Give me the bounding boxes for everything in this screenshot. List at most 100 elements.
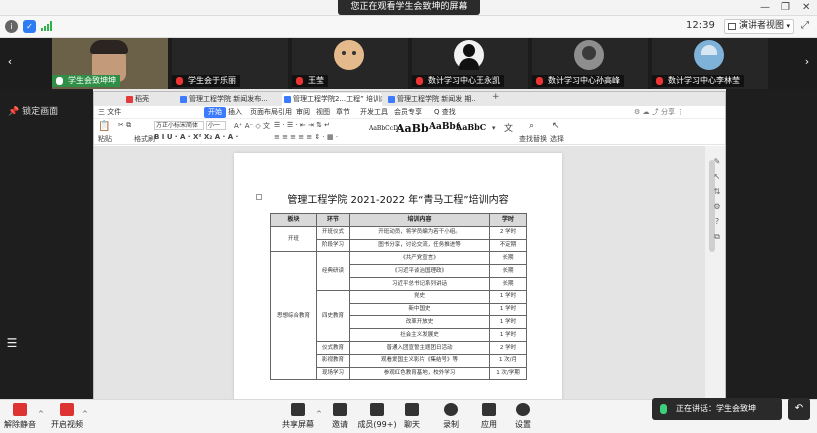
- close-icon[interactable]: ✕: [802, 1, 810, 14]
- paste-button[interactable]: 粘贴: [98, 134, 112, 144]
- cell-hours: 长期: [489, 276, 527, 291]
- format-painter-button[interactable]: 格式刷: [134, 134, 155, 144]
- info-icon[interactable]: i: [5, 20, 18, 33]
- font-grow-icons[interactable]: A⁺ A⁻ ◇ 文: [234, 121, 270, 131]
- fullscreen-icon[interactable]: ⤢: [801, 20, 809, 31]
- lock-view-button[interactable]: 📌 锁定画面: [8, 104, 58, 117]
- document-page[interactable]: 管理工程学院 2021-2022 年“青马工程”培训内容 板块 环节 培训内容 …: [234, 153, 562, 403]
- share-pane-icon[interactable]: ⧉: [712, 232, 722, 242]
- adjust-icon[interactable]: ⇅: [712, 187, 722, 197]
- style-heading-1[interactable]: AaBb: [396, 122, 429, 135]
- cell-hours: 1 学时: [489, 289, 527, 304]
- cell-hours: 1 学时: [489, 315, 527, 330]
- menu-file[interactable]: 三 文件: [98, 107, 121, 118]
- text-tools-icon[interactable]: 文: [504, 121, 513, 134]
- return-icon[interactable]: ↶: [788, 398, 810, 420]
- menu-home[interactable]: 开始: [204, 107, 226, 118]
- new-tab-icon[interactable]: +: [492, 92, 500, 102]
- chat-label: 聊天: [404, 420, 420, 429]
- participant-tile[interactable]: 数计学习中心孙高峰: [532, 38, 648, 89]
- search-icon[interactable]: ⌕: [529, 121, 534, 131]
- pointer-icon[interactable]: ↖: [712, 172, 722, 182]
- strip-next-icon[interactable]: ›: [801, 48, 813, 76]
- participant-tile[interactable]: 数计学习中心李林莹: [652, 38, 768, 89]
- list-indent-icons[interactable]: ☰ · ☰ · ⇤ ⇥ ⇅ ↵: [274, 121, 330, 129]
- signal-icon[interactable]: [41, 21, 53, 31]
- avatar: [334, 40, 364, 70]
- chevron-up-icon[interactable]: ^: [82, 410, 88, 418]
- menu-search[interactable]: Q 查找: [434, 107, 456, 118]
- participant-tile[interactable]: 学生会于乐丽: [172, 38, 288, 89]
- header-content: 培训内容: [349, 213, 490, 227]
- font-name-select[interactable]: 方正小标宋简体: [154, 121, 204, 130]
- tab-training-content[interactable]: 管理工程学院2...工程” 培训内容: [282, 93, 382, 106]
- unmute-button[interactable]: 解除静音: [0, 401, 40, 430]
- tab-news-1[interactable]: 管理工程学院 新闻发布...: [178, 93, 278, 106]
- vertical-scrollbar[interactable]: [705, 146, 725, 399]
- cut-copy-icons[interactable]: ✂ ⧉: [118, 121, 131, 130]
- mic-muted-icon: [296, 77, 303, 85]
- select-button[interactable]: 选择: [550, 134, 564, 144]
- cell-hours: 不定期: [489, 238, 527, 253]
- table-row: 开班 开班仪式 开班动员，将学员编为若干小组。 2 学时: [270, 225, 527, 253]
- settings-button[interactable]: 设置: [503, 401, 543, 430]
- cell-stage: 影视教育: [316, 353, 350, 368]
- cell-content: 普通入团宣誓主题团日活动: [349, 340, 490, 355]
- document-title: 管理工程学院 2021-2022 年“青马工程”培训内容: [287, 195, 509, 206]
- menu-member[interactable]: 会员专享: [394, 107, 422, 118]
- participant-name: 数计学习中心王永凯: [428, 76, 500, 85]
- share-screen-button[interactable]: 共享屏幕: [278, 401, 318, 430]
- settings-pane-icon[interactable]: ⚙: [712, 202, 722, 212]
- menu-review[interactable]: 审阅: [296, 107, 310, 118]
- text-format-buttons[interactable]: B I U · A · X² X₂ A · A ·: [154, 133, 238, 141]
- minimize-icon[interactable]: —: [760, 1, 770, 14]
- participant-tile[interactable]: 数计学习中心王永凯: [412, 38, 528, 89]
- align-icons[interactable]: ≡ ≡ ≡ ≡ ≡ ⇕ · ▦ ·: [274, 133, 338, 141]
- maximize-icon[interactable]: ❐: [781, 1, 790, 14]
- meeting-status-bar: i ✓ 12:39 演讲者视图 ▾ ⤢: [0, 16, 817, 38]
- toolbar-extra-icons[interactable]: ⚙ ☁ ⤴ 分享 ⋮: [634, 107, 684, 118]
- strip-prev-icon[interactable]: ‹: [4, 48, 16, 76]
- record-button[interactable]: 录制: [431, 401, 471, 430]
- menu-insert[interactable]: 插入: [228, 107, 242, 118]
- font-size-select[interactable]: 小一: [206, 121, 226, 130]
- help-icon[interactable]: ?: [712, 217, 722, 227]
- cell-section: 开班: [270, 225, 317, 253]
- menu-view[interactable]: 视图: [316, 107, 330, 118]
- find-replace-button[interactable]: 查找替换: [519, 134, 547, 144]
- menu-references[interactable]: 引用: [278, 107, 292, 118]
- start-video-button[interactable]: 开启视频: [47, 401, 87, 430]
- pin-icon: 📌: [8, 107, 20, 117]
- cell-hours: 2 学时: [489, 340, 527, 355]
- select-arrow-icon[interactable]: ↖: [552, 121, 560, 131]
- style-heading-3[interactable]: AaBbC: [456, 122, 486, 132]
- record-label: 录制: [443, 420, 459, 429]
- paste-icon[interactable]: 📋: [98, 121, 110, 132]
- apps-icon: [482, 403, 496, 416]
- menu-developer[interactable]: 开发工具: [360, 107, 388, 118]
- share-screen-label: 共享屏幕: [282, 420, 314, 429]
- participant-tile[interactable]: 王莹: [292, 38, 408, 89]
- cell-stage: 阶段学习: [316, 238, 350, 253]
- chat-button[interactable]: 聊天: [392, 401, 432, 430]
- mic-icon: [56, 77, 63, 85]
- invite-button[interactable]: 邀请: [320, 401, 360, 430]
- record-icon: [444, 403, 458, 416]
- tab-news-2[interactable]: 管理工程学院 新闻发 期..: [386, 93, 486, 106]
- cell-hours: 1 学时: [489, 302, 527, 317]
- view-mode-dropdown[interactable]: 演讲者视图 ▾: [724, 19, 794, 34]
- menu-page-layout[interactable]: 页面布局: [250, 107, 278, 118]
- pen-icon[interactable]: ✎: [712, 157, 722, 167]
- tab-docer[interactable]: 稻壳: [124, 93, 154, 106]
- menu-icon[interactable]: ☰: [4, 335, 20, 351]
- header-hours: 学时: [489, 213, 527, 227]
- avatar: [694, 40, 724, 70]
- left-panel: [0, 89, 93, 399]
- menu-chapter[interactable]: 章节: [336, 107, 350, 118]
- cell-hours: 1 次/月: [489, 353, 527, 368]
- shield-icon[interactable]: ✓: [23, 20, 36, 33]
- participant-tile[interactable]: 学生会致坤坤: [52, 38, 168, 89]
- style-gallery-more-icon[interactable]: ▾: [492, 124, 496, 132]
- chevron-up-icon[interactable]: ^: [38, 410, 44, 418]
- members-label: 成员(99+): [357, 420, 397, 429]
